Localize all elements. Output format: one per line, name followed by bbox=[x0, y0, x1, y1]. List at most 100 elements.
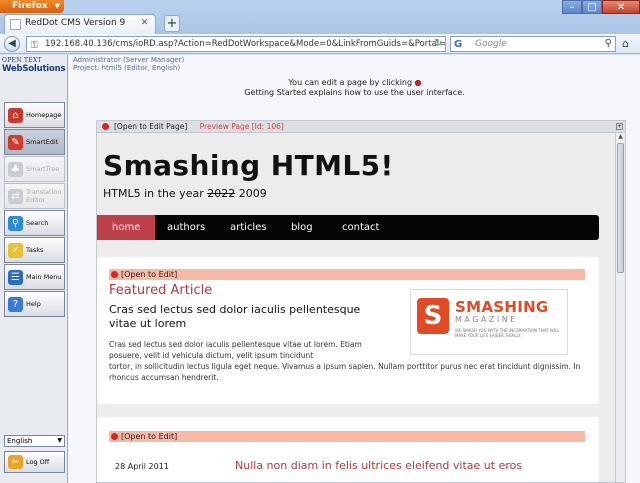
bookmark-star-icon[interactable]: ☆ bbox=[422, 37, 431, 51]
post-card: [Open to Edit] 28 April 2011 Nulla non d… bbox=[97, 417, 599, 482]
logoff-icon: ⇦ bbox=[8, 455, 23, 469]
nav-blog[interactable]: blog bbox=[291, 215, 313, 240]
sidebar-item-help[interactable]: ? Help bbox=[4, 291, 65, 317]
scroll-up-icon[interactable]: ▲ bbox=[616, 133, 625, 142]
help-icon: ? bbox=[8, 297, 23, 312]
home-icon: ⌂ bbox=[8, 108, 23, 123]
subtitle-prefix: HTML5 in the year bbox=[103, 187, 204, 200]
sidebar-item-label: Help bbox=[26, 300, 41, 308]
language-select[interactable]: English ▼ bbox=[4, 435, 65, 447]
smashing-magazine-logo: S SMASHING MAGAZINE WE SMASH YOU WITH TH… bbox=[410, 289, 568, 355]
post-title[interactable]: Nulla non diam in felis ultrices eleifen… bbox=[235, 459, 522, 472]
featured-title: Featured Article bbox=[109, 283, 213, 298]
search-icon: ⚲ bbox=[8, 216, 23, 231]
subtitle-year: 2009 bbox=[238, 187, 267, 200]
close-tab-icon[interactable]: ✕ bbox=[139, 18, 150, 29]
maximize-button[interactable]: □ bbox=[582, 0, 602, 14]
smarttree-icon: ♣ bbox=[8, 162, 23, 177]
expand-icon[interactable]: + bbox=[616, 123, 623, 130]
chevron-down-icon: ▼ bbox=[54, 2, 60, 10]
url-bar[interactable]: ⚿ 192.168.40.136/cms/ioRD.asp?Action=Red… bbox=[26, 36, 446, 52]
reddot-icon bbox=[111, 271, 118, 278]
logo-magazine: MAGAZINE bbox=[455, 315, 518, 324]
logoff-button[interactable]: ⇦ Log Off bbox=[4, 451, 65, 473]
sidebar-item-smarttree: ♣ SmartTree bbox=[4, 156, 65, 182]
page-favicon-icon bbox=[10, 19, 21, 30]
sidebar-item-main-menu[interactable]: ☰ Main Menu bbox=[4, 264, 65, 290]
admin-info: Administrator (Server Manager) Project: … bbox=[73, 56, 184, 72]
featured-headline: Cras sed lectus sed dolor iaculis pellen… bbox=[109, 303, 361, 330]
sidebar-item-label: Homepage bbox=[26, 111, 62, 119]
tab-reddot[interactable]: RedDot CMS Version 9 ✕ bbox=[4, 14, 156, 34]
sidebar-item-label: Translation Editor bbox=[26, 188, 62, 204]
browser-window: Firefox ▼ – □ ✕ RedDot CMS Version 9 ✕ +… bbox=[0, 0, 640, 483]
reddot-icon[interactable] bbox=[102, 123, 109, 130]
scrollbar-thumb[interactable] bbox=[617, 143, 624, 273]
sidebar-item-search[interactable]: ⚲ Search bbox=[4, 210, 65, 236]
translation-icon: ⇄ bbox=[8, 189, 23, 204]
smartedit-icon: ✎ bbox=[8, 135, 23, 150]
google-icon[interactable]: G bbox=[454, 38, 462, 52]
reload-icon[interactable]: ↻ bbox=[434, 37, 442, 51]
tasks-icon: ✓ bbox=[8, 243, 23, 258]
window-controls: – □ ✕ bbox=[562, 0, 640, 14]
admin-project: Project: html5 (Editor, English) bbox=[73, 64, 181, 72]
hint-line-2: Getting Started explains how to use the … bbox=[244, 88, 465, 97]
sidebar-item-label: SmartEdit bbox=[26, 138, 59, 146]
sidebar-item-label: SmartTree bbox=[26, 165, 60, 173]
page-content: OPEN TEXT WebSolutions ⌂ Homepage ✎ SmartEd… bbox=[0, 55, 640, 483]
edit-hint: You can edit a page by clicking Getting … bbox=[69, 78, 640, 98]
search-bar[interactable]: G Google ⚲ bbox=[450, 36, 616, 52]
post-date: 28 April 2011 bbox=[115, 462, 169, 471]
featured-article-card: [Open to Edit] Featured Article Cras sed… bbox=[97, 257, 599, 404]
nav-contact[interactable]: contact bbox=[342, 215, 379, 240]
page-scrollbar[interactable]: ▲ bbox=[615, 133, 625, 482]
minimize-button[interactable]: – bbox=[562, 0, 582, 14]
sidebar-item-translation-editor: ⇄ Translation Editor bbox=[4, 183, 65, 209]
open-page-link[interactable]: [Open to Edit Page] bbox=[114, 122, 187, 131]
tab-title: RedDot CMS Version 9 bbox=[25, 18, 126, 28]
open-to-edit-link[interactable]: [Open to Edit] bbox=[121, 270, 177, 279]
url-text: 192.168.40.136/cms/ioRD.asp?Action=RedDo… bbox=[45, 39, 446, 49]
site-subtitle: HTML5 in the year 2022 2009 bbox=[103, 187, 267, 200]
back-button[interactable]: ◀ bbox=[4, 36, 20, 52]
firefox-menu-button[interactable]: Firefox ▼ bbox=[0, 0, 64, 13]
logo-tagline: WE SMASH YOU WITH THE INFORMATION THAT W… bbox=[455, 328, 560, 338]
tab-strip: Firefox ▼ – □ ✕ RedDot CMS Version 9 ✕ + bbox=[0, 0, 640, 34]
search-icon[interactable]: ⚲ bbox=[605, 37, 612, 51]
nav-articles[interactable]: articles bbox=[230, 215, 267, 240]
new-tab-button[interactable]: + bbox=[164, 15, 180, 32]
chevron-down-icon: ▼ bbox=[57, 437, 62, 444]
featured-body-1: Cras sed lectus sed dolor iaculis pellen… bbox=[109, 340, 362, 360]
smashing-s-icon: S bbox=[417, 298, 449, 334]
cms-sidebar: OPEN TEXT WebSolutions ⌂ Homepage ✎ SmartEd… bbox=[0, 55, 68, 483]
site-navigation: home authors articles blog contact bbox=[97, 215, 599, 240]
featured-body-2: tortor, in sollicitudin lectus ligula eg… bbox=[109, 362, 581, 382]
post-edit-bar[interactable]: [Open to Edit] bbox=[109, 431, 585, 442]
subtitle-struck-year: 2022 bbox=[207, 187, 236, 200]
article-edit-bar[interactable]: [Open to Edit] bbox=[109, 269, 585, 280]
nav-home[interactable]: home bbox=[97, 215, 156, 240]
site-identity-icon[interactable]: ⚿ bbox=[31, 39, 38, 51]
close-window-button[interactable]: ✕ bbox=[602, 0, 640, 14]
firefox-menu-label: Firefox bbox=[12, 1, 48, 11]
sidebar-item-homepage[interactable]: ⌂ Homepage bbox=[4, 102, 65, 128]
cms-main: Administrator (Server Manager) Project: … bbox=[69, 55, 640, 483]
sidebar-item-smartedit[interactable]: ✎ SmartEdit bbox=[4, 129, 65, 155]
logoff-label: Log Off bbox=[26, 458, 50, 466]
brand-top-text: OPEN TEXT bbox=[2, 57, 42, 64]
sidebar-item-label: Main Menu bbox=[26, 273, 62, 281]
site-title: Smashing HTML5! bbox=[103, 149, 394, 182]
open-to-edit-link[interactable]: [Open to Edit] bbox=[121, 432, 177, 441]
language-value: English bbox=[7, 437, 33, 445]
sidebar-item-label: Search bbox=[26, 219, 49, 227]
preview-page-link[interactable]: Preview Page [Id: 106] bbox=[200, 122, 284, 131]
home-icon[interactable]: ⌂ bbox=[622, 37, 629, 50]
sidebar-item-tasks[interactable]: ✓ Tasks bbox=[4, 237, 65, 263]
sidebar-buttons: ⌂ Homepage ✎ SmartEdit ♣ SmartTree ⇄ Translatio… bbox=[4, 102, 65, 318]
admin-user: Administrator (Server Manager) bbox=[73, 56, 185, 64]
navigation-toolbar: ◀ ⚿ 192.168.40.136/cms/ioRD.asp?Action=R… bbox=[0, 34, 640, 54]
logo-name: SMASHING bbox=[455, 298, 549, 316]
reddot-icon bbox=[414, 79, 421, 86]
nav-authors[interactable]: authors bbox=[167, 215, 205, 240]
